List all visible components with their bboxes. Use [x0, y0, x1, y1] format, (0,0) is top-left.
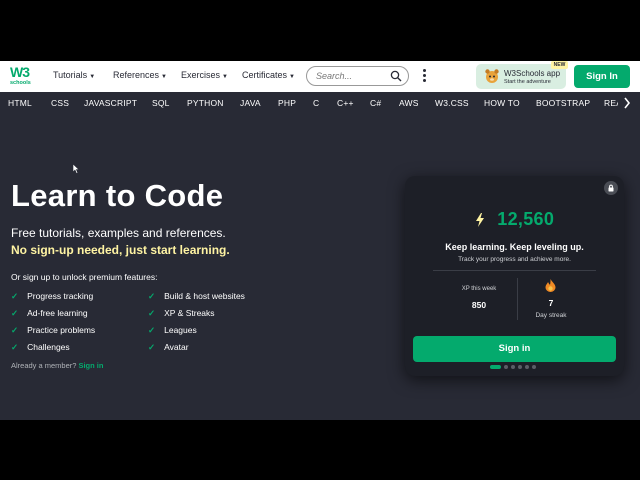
member-sign-in-link[interactable]: Sign in — [78, 361, 103, 370]
search-box[interactable] — [306, 66, 409, 86]
card-subheading: Track your progress and achieve more. — [458, 256, 571, 263]
mouse-cursor-icon — [73, 164, 80, 174]
subnav-item-css[interactable]: CSS — [51, 98, 69, 108]
subnav-item-csharp[interactable]: C# — [370, 98, 381, 108]
check-icon: ✓ — [148, 308, 156, 318]
mascot-icon — [485, 69, 499, 83]
menu-tutorials[interactable]: Tutorials ▼ — [53, 70, 95, 80]
w3schools-logo[interactable]: W3 schools — [10, 64, 36, 88]
check-icon: ✓ — [11, 342, 19, 352]
lock-icon — [604, 181, 618, 195]
search-input[interactable] — [316, 70, 386, 82]
check-icon: ✓ — [11, 291, 19, 301]
sign-in-button[interactable]: Sign In — [574, 65, 630, 88]
caret-down-icon: ▼ — [161, 74, 167, 80]
kebab-menu-icon[interactable] — [421, 69, 427, 83]
xp-week-value: 850 — [471, 300, 487, 310]
logo-subtext: schools — [10, 80, 31, 86]
unlock-text: Or sign up to unlock premium features: — [11, 272, 158, 282]
hero-title: Learn to Code — [11, 178, 224, 213]
carousel-dot[interactable] — [518, 365, 522, 369]
check-icon: ✓ — [148, 342, 156, 352]
divider — [433, 270, 596, 271]
check-icon: ✓ — [148, 325, 156, 335]
check-icon: ✓ — [148, 291, 156, 301]
subnav-item-bootstrap[interactable]: BOOTSTRAP — [536, 98, 590, 108]
feature-item: ✓ Ad-free learning — [11, 308, 88, 318]
search-icon[interactable] — [390, 70, 402, 82]
feature-item: ✓ Leagues — [148, 325, 197, 335]
subnav-item-c[interactable]: C — [313, 98, 319, 108]
subnav-item-cpp[interactable]: C++ — [337, 98, 354, 108]
feature-item: ✓ Practice problems — [11, 325, 96, 335]
xp-week-label: XP this week — [461, 286, 497, 292]
subnav-item-html[interactable]: HTML — [8, 98, 32, 108]
app-subtitle: Start the adventure — [504, 79, 551, 85]
subnav-item-aws[interactable]: AWS — [399, 98, 419, 108]
caret-down-icon: ▼ — [222, 74, 228, 80]
xp-row: 12,560 — [405, 209, 624, 230]
menu-exercises[interactable]: Exercises ▼ — [181, 70, 228, 80]
subnav-item-w3css[interactable]: W3.CSS — [435, 98, 469, 108]
feature-item: ✓ XP & Streaks — [148, 308, 215, 318]
carousel-dot[interactable] — [525, 365, 529, 369]
subnav-item-python[interactable]: PYTHON — [187, 98, 224, 108]
day-streak-value: 7 — [548, 298, 554, 308]
bolt-icon — [475, 212, 484, 227]
check-icon: ✓ — [11, 308, 19, 318]
carousel-dot-active[interactable] — [490, 365, 501, 369]
day-streak-label: Day streak — [535, 312, 567, 319]
progress-card: 12,560 Keep learning. Keep leveling up. … — [405, 176, 624, 376]
top-navbar: W3 schools Tutorials ▼ References ▼ Exerci… — [0, 61, 640, 92]
feature-item: ✓ Challenges — [11, 342, 70, 352]
subnav-item-php[interactable]: PHP — [278, 98, 296, 108]
caret-down-icon: ▼ — [289, 74, 295, 80]
carousel-dots — [490, 365, 550, 370]
menu-references[interactable]: References ▼ — [113, 70, 167, 80]
check-icon: ✓ — [11, 325, 19, 335]
feature-item: ✓ Avatar — [148, 342, 189, 352]
card-heading: Keep learning. Keep leveling up. — [445, 242, 584, 252]
subnav-item-sql[interactable]: SQL — [152, 98, 170, 108]
carousel-dot[interactable] — [532, 365, 536, 369]
carousel-dot[interactable] — [504, 365, 508, 369]
hero-highlight: No sign-up needed, just start learning. — [11, 243, 230, 257]
logo-mark: W3 — [10, 64, 30, 80]
feature-item: ✓ Build & host websites — [148, 291, 245, 301]
chevron-right-icon[interactable] — [623, 97, 631, 109]
hero-subtitle: Free tutorials, examples and references. — [11, 226, 226, 240]
already-member: Already a member? Sign in — [11, 361, 104, 370]
menu-certificates[interactable]: Certificates ▼ — [242, 70, 295, 80]
caret-down-icon: ▼ — [89, 74, 96, 80]
subnav-item-javascript[interactable]: JAVASCRIPT — [84, 98, 137, 108]
app-title: W3Schools app — [504, 69, 561, 78]
feature-item: ✓ Progress tracking — [11, 291, 94, 301]
browser-viewport: W3 schools Tutorials ▼ References ▼ Exerci… — [0, 61, 640, 420]
carousel-dot[interactable] — [511, 365, 515, 369]
subnav-item-howto[interactable]: HOW TO — [484, 98, 520, 108]
new-badge: NEW — [551, 61, 568, 69]
subnav-item-java[interactable]: JAVA — [240, 98, 261, 108]
card-sign-in-button[interactable]: Sign in — [413, 336, 616, 362]
flame-icon — [545, 279, 556, 292]
xp-value: 12,560 — [497, 209, 555, 229]
subject-navbar: HTML CSS JAVASCRIPT SQL PYTHON JAVA PHP … — [0, 92, 640, 114]
